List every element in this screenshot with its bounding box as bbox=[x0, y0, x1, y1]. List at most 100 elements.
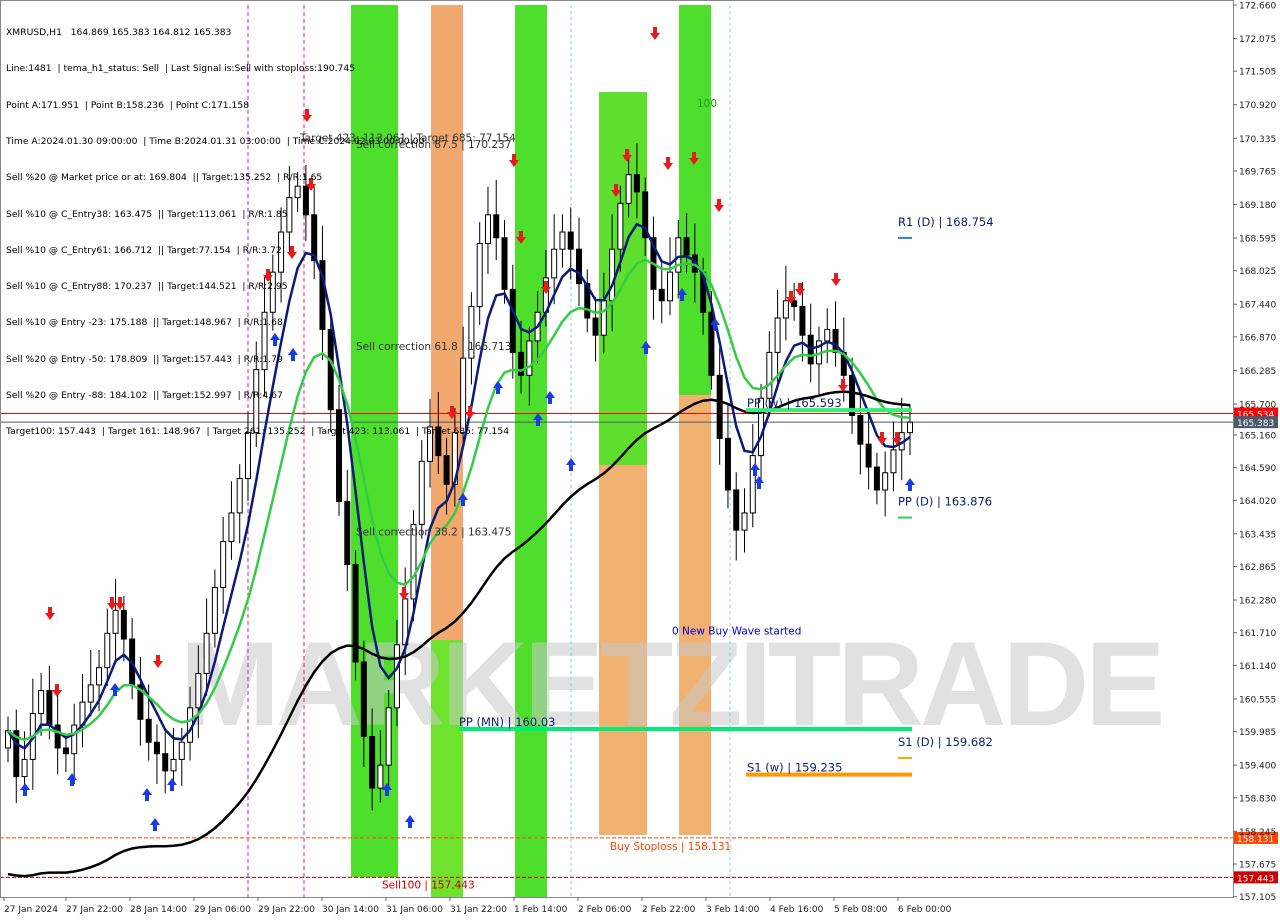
x-tick-label: 29 Jan 06:00 bbox=[194, 905, 251, 915]
pivot-label: R1 (D) | 168.754 bbox=[898, 215, 994, 229]
x-tick-label: 4 Feb 16:00 bbox=[770, 905, 824, 915]
signal-zone bbox=[679, 5, 711, 395]
chart-annotation: 0 New Buy Wave started bbox=[672, 625, 801, 637]
candle-body bbox=[87, 684, 94, 703]
y-tick-label: 161.710 bbox=[1239, 629, 1276, 639]
y-tick-label: 169.765 bbox=[1239, 167, 1276, 177]
candle-body bbox=[236, 478, 243, 514]
pivot-label: PP (D) | 163.876 bbox=[898, 495, 992, 509]
candle-body bbox=[385, 707, 392, 766]
chart-annotation: Sell100 | 157.443 bbox=[382, 879, 475, 891]
candle-body bbox=[344, 500, 351, 566]
x-tick-label: 27 Jan 22:00 bbox=[66, 905, 123, 915]
candle-body bbox=[658, 288, 665, 302]
candle-body bbox=[38, 690, 45, 715]
candle-body bbox=[551, 248, 558, 279]
sell-arrow-icon bbox=[831, 273, 841, 286]
candle-body bbox=[633, 174, 640, 193]
candle-body bbox=[220, 541, 227, 588]
y-tick-label: 169.180 bbox=[1239, 201, 1276, 211]
info-line: Sell %20 @ Entry -50: 178.809 || Target:… bbox=[6, 353, 283, 365]
info-line: Sell %10 @ C_Entry38: 163.475 || Target:… bbox=[6, 208, 288, 220]
buy-arrow-icon bbox=[67, 773, 77, 786]
indicator-info-panel: XMRUSD,H1 164.869 165.383 164.812 165.38… bbox=[6, 3, 509, 463]
x-tick-label: 29 Jan 22:00 bbox=[258, 905, 315, 915]
info-line: Sell %10 @ C_Entry61: 166.712 || Target:… bbox=[6, 244, 282, 256]
y-tick-label: 168.025 bbox=[1239, 267, 1276, 277]
candle-body bbox=[153, 741, 160, 755]
y-tick-label: 159.985 bbox=[1239, 728, 1276, 738]
buy-arrow-icon bbox=[110, 683, 120, 696]
candle-body bbox=[907, 421, 913, 434]
candle-body bbox=[609, 248, 616, 302]
y-tick-label: 163.435 bbox=[1239, 530, 1276, 540]
candle-body bbox=[882, 472, 889, 491]
y-tick-label: 170.920 bbox=[1239, 101, 1276, 111]
candle-body bbox=[774, 317, 781, 353]
y-tick-label: 164.590 bbox=[1239, 464, 1276, 474]
y-tick-label: 161.140 bbox=[1239, 662, 1276, 672]
candle-body bbox=[890, 449, 897, 474]
info-line: Sell %20 @ Market price or at: 169.804 |… bbox=[6, 172, 323, 184]
sell-arrow-icon bbox=[877, 432, 887, 445]
candle-body bbox=[46, 690, 53, 726]
y-tick-label: 170.335 bbox=[1239, 135, 1276, 145]
y-tick-label: 164.020 bbox=[1239, 497, 1276, 507]
signal-zone bbox=[515, 5, 547, 897]
x-tick-label: 31 Jan 22:00 bbox=[450, 905, 507, 915]
candle-body bbox=[799, 306, 806, 336]
candle-body bbox=[393, 644, 400, 709]
candle-body bbox=[195, 672, 202, 709]
y-tick-label: 162.865 bbox=[1239, 563, 1276, 573]
sell-arrow-icon bbox=[795, 283, 805, 296]
candle-body bbox=[203, 632, 210, 674]
candle-body bbox=[865, 443, 872, 468]
candle-body bbox=[567, 231, 574, 250]
y-tick-label: 167.440 bbox=[1239, 301, 1276, 311]
candle-body bbox=[170, 758, 177, 772]
x-tick-label: 1 Feb 14:00 bbox=[514, 905, 568, 915]
chart-annotation: Sell correction 38.2 | 163.475 bbox=[356, 527, 511, 539]
sell-arrow-icon bbox=[714, 199, 724, 212]
candle-body bbox=[145, 718, 152, 743]
candle-body bbox=[824, 328, 831, 342]
signal-zone bbox=[679, 395, 711, 835]
info-line: Time A:2024.01.30 09:00:00 | Time B:2024… bbox=[6, 136, 425, 148]
candle-body bbox=[120, 609, 127, 640]
info-line: Sell %10 @ Entry -23: 175.188 || Target:… bbox=[6, 317, 283, 329]
candle-body bbox=[617, 202, 624, 250]
x-tick-label: 5 Feb 08:00 bbox=[834, 905, 888, 915]
candle-body bbox=[71, 724, 78, 755]
pivot-label: S1 (D) | 159.682 bbox=[898, 735, 993, 749]
candle-body bbox=[724, 437, 731, 491]
candle-body bbox=[782, 300, 789, 319]
candle-body bbox=[62, 747, 69, 755]
sell-arrow-icon bbox=[52, 684, 62, 697]
x-tick-label: 30 Jan 14:00 bbox=[322, 905, 379, 915]
x-tick-label: 2 Feb 22:00 bbox=[642, 905, 696, 915]
buy-arrow-icon bbox=[142, 788, 152, 801]
buy-arrow-icon bbox=[566, 458, 576, 471]
candle-body bbox=[369, 735, 376, 789]
pivot-label: S1 (w) | 159.235 bbox=[747, 761, 842, 775]
info-line: Sell %10 @ C_Entry88: 170.237 || Target:… bbox=[6, 281, 288, 293]
pivot-label: PP (w) | 165.593 bbox=[747, 396, 842, 410]
candle-body bbox=[625, 174, 632, 204]
info-line: Line:1481 | tema_h1_status: Sell | Last … bbox=[6, 63, 356, 75]
y-tick-label: 157.675 bbox=[1239, 861, 1276, 871]
y-tick-label: 172.075 bbox=[1239, 35, 1276, 45]
info-line: Target100: 157.443 | Target 161: 148.967… bbox=[6, 426, 510, 438]
pivot-label: PP (MN) | 160.03 bbox=[459, 715, 555, 729]
y-tick-label: 162.280 bbox=[1239, 597, 1276, 607]
candle-body bbox=[733, 489, 740, 531]
y-tick-label: 172.660 bbox=[1239, 2, 1276, 12]
price-tag-label: 157.443 bbox=[1237, 874, 1274, 884]
candle-body bbox=[667, 271, 674, 302]
sell-arrow-icon bbox=[399, 587, 409, 600]
chart-window: MARKETZITRADE R1 (D) | 168.754 PP (w) | 1… bbox=[0, 0, 1280, 920]
buy-arrow-icon bbox=[20, 783, 30, 796]
candle-body bbox=[526, 340, 533, 376]
buy-arrow-icon bbox=[905, 478, 915, 491]
candle-body bbox=[211, 586, 218, 634]
y-tick-label: 160.555 bbox=[1239, 695, 1276, 705]
